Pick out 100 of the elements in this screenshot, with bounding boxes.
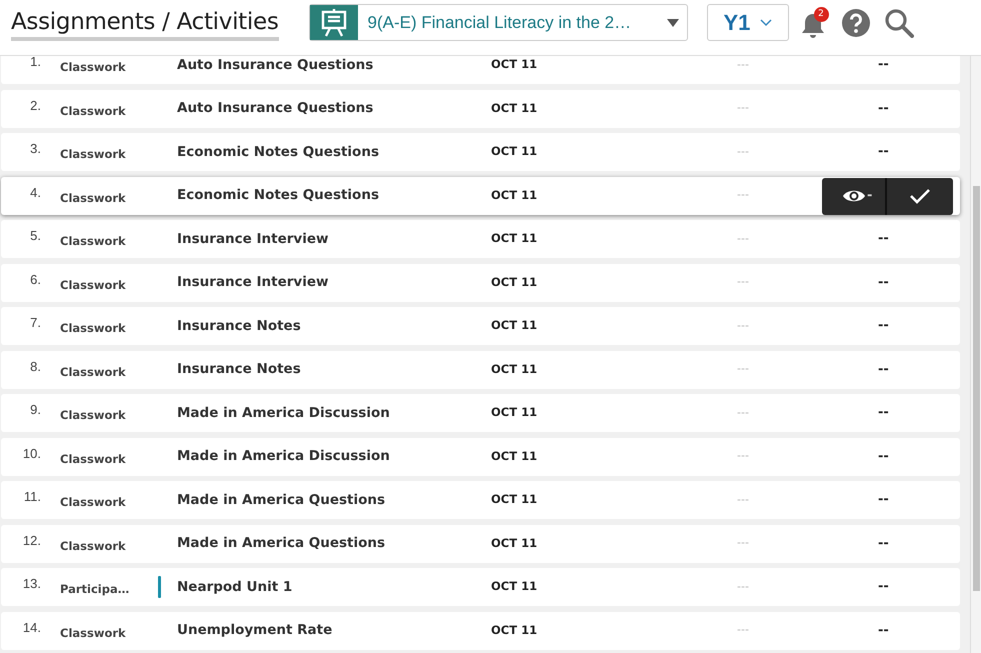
category-label: Classwork bbox=[60, 233, 127, 250]
assignment-row[interactable]: 3. Classwork Economic Notes Questions OCT 11 --- -- bbox=[1, 133, 960, 171]
empty-value: --- bbox=[737, 448, 749, 464]
due-date: OCT 11 bbox=[491, 448, 538, 465]
assignment-title: Made in America Questions bbox=[177, 534, 386, 554]
empty-value: --- bbox=[737, 578, 749, 595]
due-date: OCT 11 bbox=[491, 143, 538, 160]
category-label: Classwork bbox=[60, 59, 127, 76]
category-label: Classwork bbox=[60, 624, 127, 642]
row-number: 10. bbox=[22, 444, 41, 463]
assignment-row[interactable]: 8. Classwork Insurance Notes OCT 11 --- -- bbox=[1, 350, 960, 388]
assignment-title: Economic Notes Questions bbox=[177, 186, 380, 206]
eye-icon bbox=[842, 188, 866, 204]
assignment-title: Made in America Questions bbox=[177, 490, 386, 510]
empty-value: --- bbox=[737, 361, 749, 378]
empty-value: --- bbox=[737, 492, 749, 508]
due-date: OCT 11 bbox=[491, 317, 538, 334]
assignment-title: Economic Notes Questions bbox=[177, 142, 380, 162]
checkmark-icon bbox=[909, 188, 931, 204]
empty-value: --- bbox=[737, 56, 749, 73]
assignment-title: Insurance Interview bbox=[177, 230, 330, 249]
assignment-row[interactable]: 1. Classwork Auto Insurance Questions OCT 11 --- -- bbox=[1, 56, 960, 84]
category-label: Classwork bbox=[60, 450, 127, 468]
assignment-row[interactable]: 10. Classwork Made in America Discussion OCT 11 --- -- bbox=[1, 438, 960, 476]
empty-value: --- bbox=[737, 187, 749, 204]
row-number: 2. bbox=[29, 96, 41, 115]
due-date: OCT 11 bbox=[491, 274, 538, 291]
category-label: Classwork bbox=[60, 494, 127, 512]
row-number: 3. bbox=[29, 140, 41, 158]
score-value: -- bbox=[878, 317, 889, 336]
help-icon[interactable] bbox=[840, 8, 870, 38]
class-dropdown[interactable]: 9(A-E) Financial Literacy in the 2… bbox=[308, 4, 688, 41]
category-label: Participa… bbox=[60, 581, 130, 598]
empty-value: --- bbox=[737, 100, 749, 116]
assignment-title: Auto Insurance Questions bbox=[177, 56, 374, 75]
caret-icon bbox=[666, 18, 678, 26]
category-label: Classwork bbox=[60, 320, 127, 338]
search-icon[interactable] bbox=[884, 8, 914, 38]
assignment-title: Unemployment Rate bbox=[177, 621, 334, 640]
score-value: -- bbox=[878, 534, 889, 553]
score-value: -- bbox=[878, 404, 889, 422]
row-number: 1. bbox=[29, 56, 41, 72]
score-value: -- bbox=[878, 360, 889, 379]
assignment-row[interactable]: 7. Classwork Insurance Notes OCT 11 --- -- bbox=[1, 307, 960, 345]
chevron-icon bbox=[760, 18, 772, 26]
row-number: 5. bbox=[29, 227, 41, 246]
score-value: -- bbox=[878, 274, 889, 292]
due-date: OCT 11 bbox=[491, 100, 538, 117]
category-label: Classwork bbox=[60, 102, 127, 120]
assignment-title: Made in America Discussion bbox=[177, 404, 391, 423]
empty-value: --- bbox=[737, 230, 749, 247]
row-number: 7. bbox=[29, 314, 41, 332]
notification-count: 2 bbox=[814, 7, 828, 22]
score-value: -- bbox=[878, 230, 889, 248]
assignment-title: Nearpod Unit 1 bbox=[177, 578, 294, 597]
category-label: Classwork bbox=[60, 190, 127, 207]
empty-value: --- bbox=[737, 318, 749, 334]
row-number: 11. bbox=[22, 488, 41, 506]
category-label: Classwork bbox=[60, 146, 127, 164]
row-number: 12. bbox=[22, 532, 41, 550]
category-label: Classwork bbox=[60, 364, 127, 381]
score-value: - bbox=[867, 187, 872, 206]
due-date: OCT 11 bbox=[491, 230, 538, 248]
assignment-row[interactable]: 13. Participa… Nearpod Unit 1 OCT 11 --- -- bbox=[1, 568, 960, 606]
assignment-title: Auto Insurance Questions bbox=[177, 99, 374, 118]
score-value: -- bbox=[878, 448, 889, 466]
row-number: 13. bbox=[22, 575, 41, 594]
assignment-row[interactable]: 11. Classwork Made in America Questions OCT 11 --- -- bbox=[1, 481, 960, 519]
assignment-title: Insurance Notes bbox=[177, 360, 302, 380]
due-date: OCT 11 bbox=[491, 186, 538, 204]
due-date: OCT 11 bbox=[491, 534, 538, 552]
row-number: 6. bbox=[29, 270, 41, 289]
due-date: OCT 11 bbox=[491, 56, 538, 74]
score-value: -- bbox=[878, 491, 889, 510]
score-value: -- bbox=[878, 56, 889, 74]
assignment-row[interactable]: 14. Classwork Unemployment Rate OCT 11 --- -- bbox=[1, 612, 960, 650]
due-date: OCT 11 bbox=[491, 491, 538, 508]
assignment-row[interactable]: 2. Classwork Auto Insurance Questions OCT 11 --- -- bbox=[1, 90, 960, 128]
row-number: 4. bbox=[29, 184, 41, 202]
category-label: Classwork bbox=[60, 276, 127, 294]
page-title: Assignments / Activities bbox=[11, 10, 278, 42]
assignment-row[interactable]: 5. Classwork Insurance Interview OCT 11 --- -- bbox=[1, 220, 960, 258]
assignment-row[interactable]: 12. Classwork Made in America Questions OCT 11 --- -- bbox=[1, 524, 960, 562]
assignment-title: Made in America Discussion bbox=[177, 447, 391, 466]
assignment-row[interactable]: 6. Classwork Insurance Interview OCT 11 --- -- bbox=[1, 264, 960, 302]
category-label: Classwork bbox=[60, 538, 127, 555]
due-date: OCT 11 bbox=[491, 360, 538, 378]
empty-value: --- bbox=[737, 404, 749, 421]
assignment-title: Insurance Interview bbox=[177, 273, 330, 292]
score-value: -- bbox=[878, 100, 889, 118]
due-date: OCT 11 bbox=[491, 404, 538, 422]
score-value: -- bbox=[878, 143, 889, 162]
assignment-row[interactable]: 9. Classwork Made in America Discussion OCT 11 --- -- bbox=[1, 394, 960, 432]
assignment-row[interactable]: 4. Classwork Economic Notes Questions OCT 11 --- - bbox=[1, 176, 960, 214]
term-dropdown[interactable]: Y1 bbox=[706, 4, 788, 41]
row-number: 14. bbox=[22, 618, 41, 637]
due-date: OCT 11 bbox=[491, 622, 538, 639]
due-date: OCT 11 bbox=[491, 578, 538, 596]
category-label: Classwork bbox=[60, 407, 127, 424]
row-number: 9. bbox=[29, 401, 41, 420]
